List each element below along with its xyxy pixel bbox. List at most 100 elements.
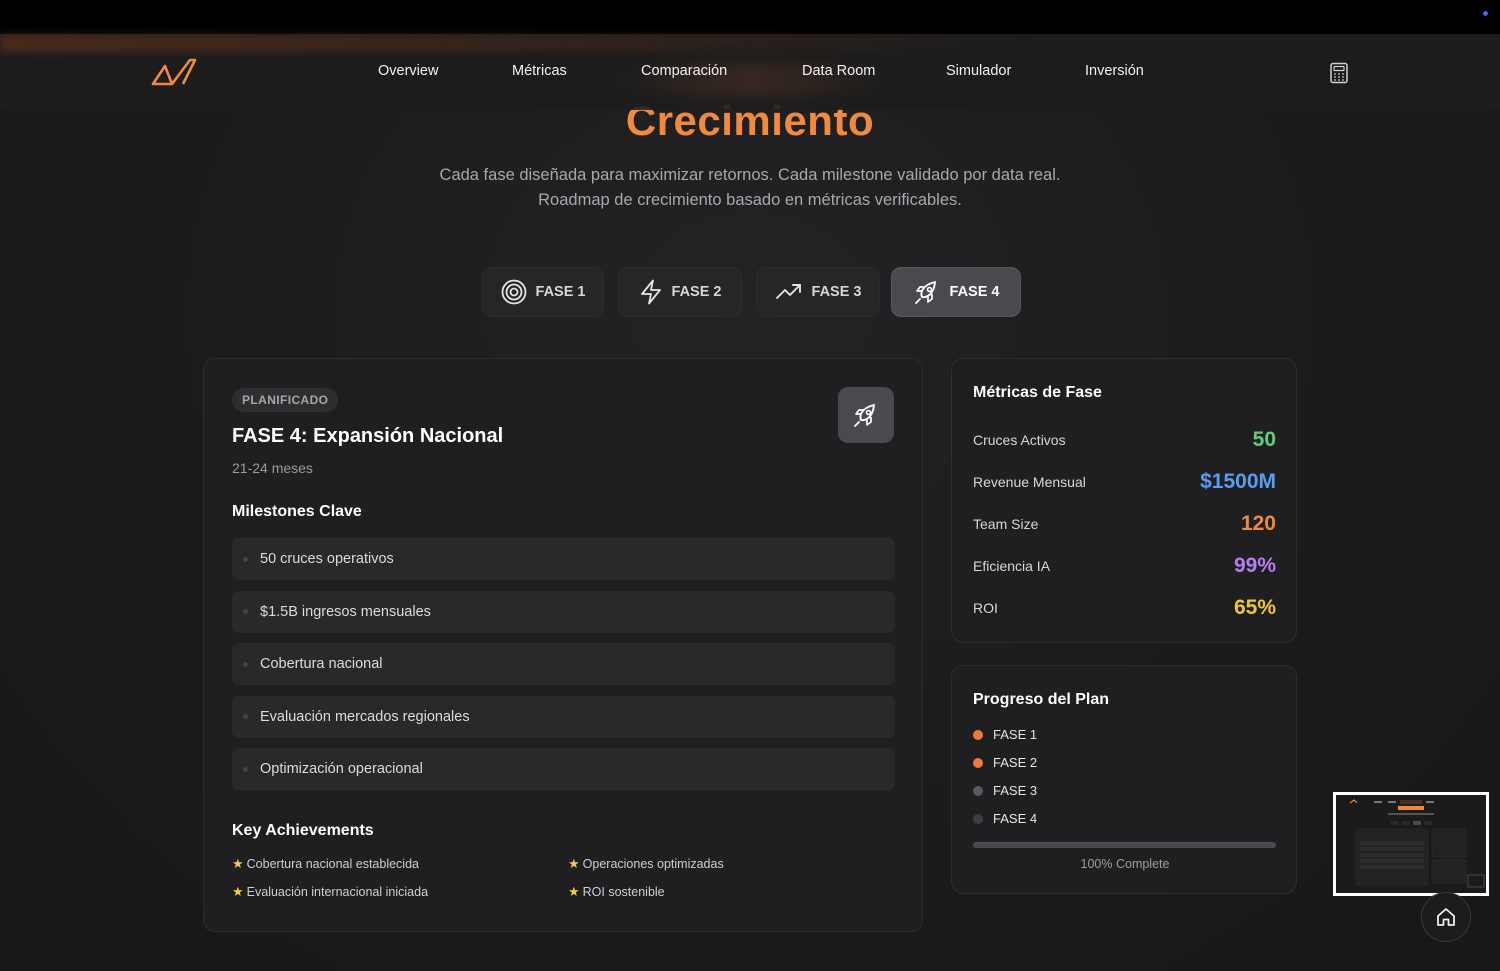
achievement-item: ★ Evaluación internacional iniciada bbox=[232, 884, 428, 900]
progress-phase-label: FASE 4 bbox=[993, 811, 1038, 826]
metric-label: ROI bbox=[973, 600, 998, 616]
hero-subtitle-line-1: Cada fase diseñada para maximizar retorn… bbox=[439, 166, 1061, 184]
metric-label: Cruces Activos bbox=[973, 432, 1066, 448]
plan-progress-card: Progreso del Plan FASE 1 FASE 2 FASE 3 F… bbox=[951, 665, 1297, 894]
status-badge: PLANIFICADO bbox=[232, 388, 339, 412]
nav-link-overview[interactable]: Overview bbox=[378, 63, 438, 79]
tab-label: FASE 2 bbox=[671, 284, 722, 300]
achievement-item: ★ Operaciones optimizadas bbox=[568, 856, 724, 872]
progress-title: Progreso del Plan bbox=[973, 691, 1110, 708]
star-icon: ★ bbox=[232, 884, 244, 899]
milestone-item: 50 cruces operativos bbox=[232, 538, 895, 580]
progress-phase-label: FASE 1 bbox=[993, 727, 1038, 742]
calculator-icon[interactable] bbox=[1329, 62, 1349, 84]
progress-label: 100% Complete bbox=[1080, 857, 1170, 871]
rocket-icon bbox=[854, 404, 875, 427]
home-icon bbox=[1437, 908, 1455, 926]
achievement-text: Cobertura nacional establecida bbox=[246, 857, 419, 871]
bolt-icon bbox=[640, 279, 661, 305]
phase-status-dot bbox=[973, 785, 983, 796]
bullet-dot bbox=[243, 766, 248, 772]
nav-link-data-room[interactable]: Data Room bbox=[802, 63, 875, 79]
milestone-text: $1.5B ingresos mensuales bbox=[260, 603, 431, 620]
metric-label: Eficiencia IA bbox=[973, 558, 1051, 574]
star-icon: ★ bbox=[232, 856, 244, 871]
progress-bar-fill bbox=[973, 842, 1276, 848]
metric-label: Team Size bbox=[973, 516, 1039, 532]
phase-status-dot bbox=[973, 729, 983, 740]
metric-value: $1500M bbox=[1200, 470, 1276, 493]
bullet-dot bbox=[243, 661, 248, 667]
progress-phase-item: FASE 4 bbox=[973, 811, 1037, 826]
metric-label: Revenue Mensual bbox=[973, 474, 1086, 490]
milestone-text: Evaluación mercados regionales bbox=[260, 708, 470, 725]
milestones-list: 50 cruces operativos $1.5B ingresos mens… bbox=[232, 538, 895, 801]
tab-label: FASE 1 bbox=[535, 284, 586, 300]
target-icon bbox=[501, 279, 526, 305]
rocket-icon bbox=[914, 281, 936, 304]
bullet-dot bbox=[243, 556, 248, 562]
achievement-item: ★ ROI sostenible bbox=[568, 884, 665, 900]
phase-status-dot bbox=[973, 757, 983, 768]
metric-row-revenue: Revenue Mensual $1500M bbox=[973, 467, 1276, 497]
milestone-item: $1.5B ingresos mensuales bbox=[232, 590, 895, 633]
tab-fase-1[interactable]: FASE 1 bbox=[482, 267, 604, 317]
achievements-title: Key Achievements bbox=[232, 822, 374, 839]
milestone-text: Cobertura nacional bbox=[260, 656, 383, 672]
star-icon: ★ bbox=[568, 856, 580, 871]
milestone-text: 50 cruces operativos bbox=[260, 551, 394, 567]
milestone-item: Optimización operacional bbox=[232, 748, 895, 790]
tab-fase-3[interactable]: FASE 3 bbox=[756, 267, 880, 317]
metric-value: 65% bbox=[1233, 596, 1276, 619]
tab-fase-2[interactable]: FASE 2 bbox=[618, 267, 742, 317]
progress-phase-label: FASE 2 bbox=[993, 755, 1038, 770]
progress-phase-item: FASE 3 bbox=[973, 783, 1037, 798]
top-navigation: Overview Métricas Comparación Data Room … bbox=[0, 34, 1500, 110]
star-icon: ★ bbox=[568, 884, 580, 899]
phase-title: FASE 4: Expansión Nacional bbox=[232, 425, 504, 447]
status-dot bbox=[1483, 11, 1488, 16]
achievement-text: ROI sostenible bbox=[582, 885, 665, 899]
phase-metrics-card: Métricas de Fase Cruces Activos 50 Reven… bbox=[951, 358, 1297, 643]
progress-bar bbox=[973, 842, 1276, 848]
hero-subtitle-line-2: Roadmap de crecimiento basado en métrica… bbox=[538, 191, 962, 209]
progress-phase-item: FASE 2 bbox=[973, 755, 1037, 770]
bullet-dot bbox=[243, 609, 248, 614]
phase-tabs: FASE 1 FASE 2 FASE 3 FASE 4 bbox=[0, 267, 1500, 317]
milestone-item: Evaluación mercados regionales bbox=[232, 695, 895, 738]
metric-value: 120 bbox=[1240, 512, 1276, 535]
bullet-dot bbox=[243, 714, 248, 719]
browser-top-bar bbox=[0, 0, 1500, 34]
progress-phase-item: FASE 1 bbox=[973, 727, 1037, 742]
progress-phase-label: FASE 3 bbox=[993, 783, 1038, 798]
tab-label: FASE 3 bbox=[811, 284, 862, 300]
page-minimap[interactable] bbox=[1333, 792, 1489, 896]
nav-link-metricas[interactable]: Métricas bbox=[512, 63, 567, 79]
metric-row-eficiencia: Eficiencia IA 99% bbox=[973, 551, 1276, 581]
phase-duration: 21-24 meses bbox=[232, 460, 313, 476]
nav-link-comparacion[interactable]: Comparación bbox=[641, 63, 727, 79]
phase-icon-box bbox=[838, 387, 894, 443]
metric-row-roi: ROI 65% bbox=[973, 593, 1276, 623]
tab-label: FASE 4 bbox=[949, 284, 1000, 300]
metric-row-team-size: Team Size 120 bbox=[973, 509, 1276, 539]
achievement-text: Operaciones optimizadas bbox=[582, 857, 724, 871]
achievement-item: ★ Cobertura nacional establecida bbox=[232, 856, 419, 872]
milestones-title: Milestones Clave bbox=[232, 503, 362, 520]
metric-row-cruces: Cruces Activos 50 bbox=[973, 425, 1276, 455]
metric-value: 99% bbox=[1233, 554, 1276, 577]
metric-value: 50 bbox=[1252, 428, 1276, 451]
milestone-text: Optimización operacional bbox=[260, 761, 423, 777]
trending-up-icon bbox=[775, 284, 801, 299]
minimap-preview bbox=[1336, 795, 1486, 893]
phase-status-dot bbox=[973, 813, 983, 824]
achievement-text: Evaluación internacional iniciada bbox=[246, 885, 429, 899]
phase-detail-card: PLANIFICADO FASE 4: Expansión Nacional 2… bbox=[203, 358, 923, 932]
tab-fase-4[interactable]: FASE 4 bbox=[891, 267, 1021, 317]
nav-link-inversion[interactable]: Inversión bbox=[1085, 63, 1144, 79]
nav-link-simulador[interactable]: Simulador bbox=[946, 63, 1011, 79]
home-button[interactable] bbox=[1421, 892, 1471, 942]
metrics-title: Métricas de Fase bbox=[973, 384, 1102, 401]
milestone-item: Cobertura nacional bbox=[232, 643, 895, 685]
hero-subtitle: Cada fase diseñada para maximizar retorn… bbox=[0, 163, 1500, 213]
